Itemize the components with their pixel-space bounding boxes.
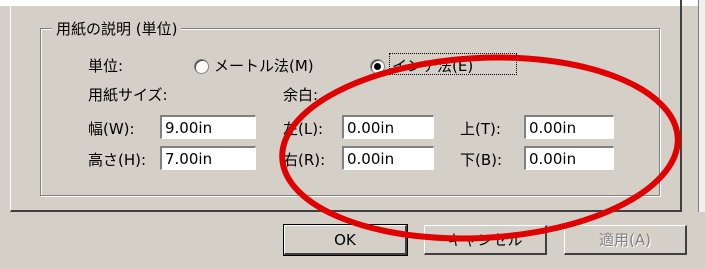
radio-selected-dot [374,63,381,70]
paper-description-group [40,28,660,196]
paper-size-label: 用紙サイズ: [88,86,168,104]
apply-button[interactable]: 適用(A) [564,225,687,255]
height-field[interactable] [160,146,256,170]
height-label: 高さ(H): [88,151,147,169]
right-margin-label: 右(R): [283,151,326,169]
right-margin-field[interactable] [342,146,434,170]
cancel-button[interactable]: キャンセル [424,225,547,255]
top-margin-label: 上(T): [460,120,501,138]
width-field[interactable] [160,115,256,139]
dialog: 用紙の説明 (単位) 単位: メートル法(M) インチ法(E) 用紙サイズ: 余… [0,0,705,269]
group-title: 用紙の説明 (単位) [52,18,182,39]
left-margin-field[interactable] [342,115,434,139]
margins-label: 余白: [283,86,319,104]
ok-button[interactable]: OK [283,224,408,256]
inch-radio-label[interactable]: インチ法(E) [392,55,473,76]
metric-radio[interactable] [194,59,209,74]
inch-radio[interactable] [370,59,385,74]
scrollbar-edge [698,0,705,212]
bottom-margin-field[interactable] [524,146,614,170]
left-margin-label: 左(L): [283,120,324,138]
top-margin-field[interactable] [524,115,614,139]
bottom-margin-label: 下(B): [460,151,503,169]
metric-radio-label[interactable]: メートル法(M) [214,55,314,76]
width-label: 幅(W): [88,120,135,138]
unit-label: 単位: [88,57,124,75]
